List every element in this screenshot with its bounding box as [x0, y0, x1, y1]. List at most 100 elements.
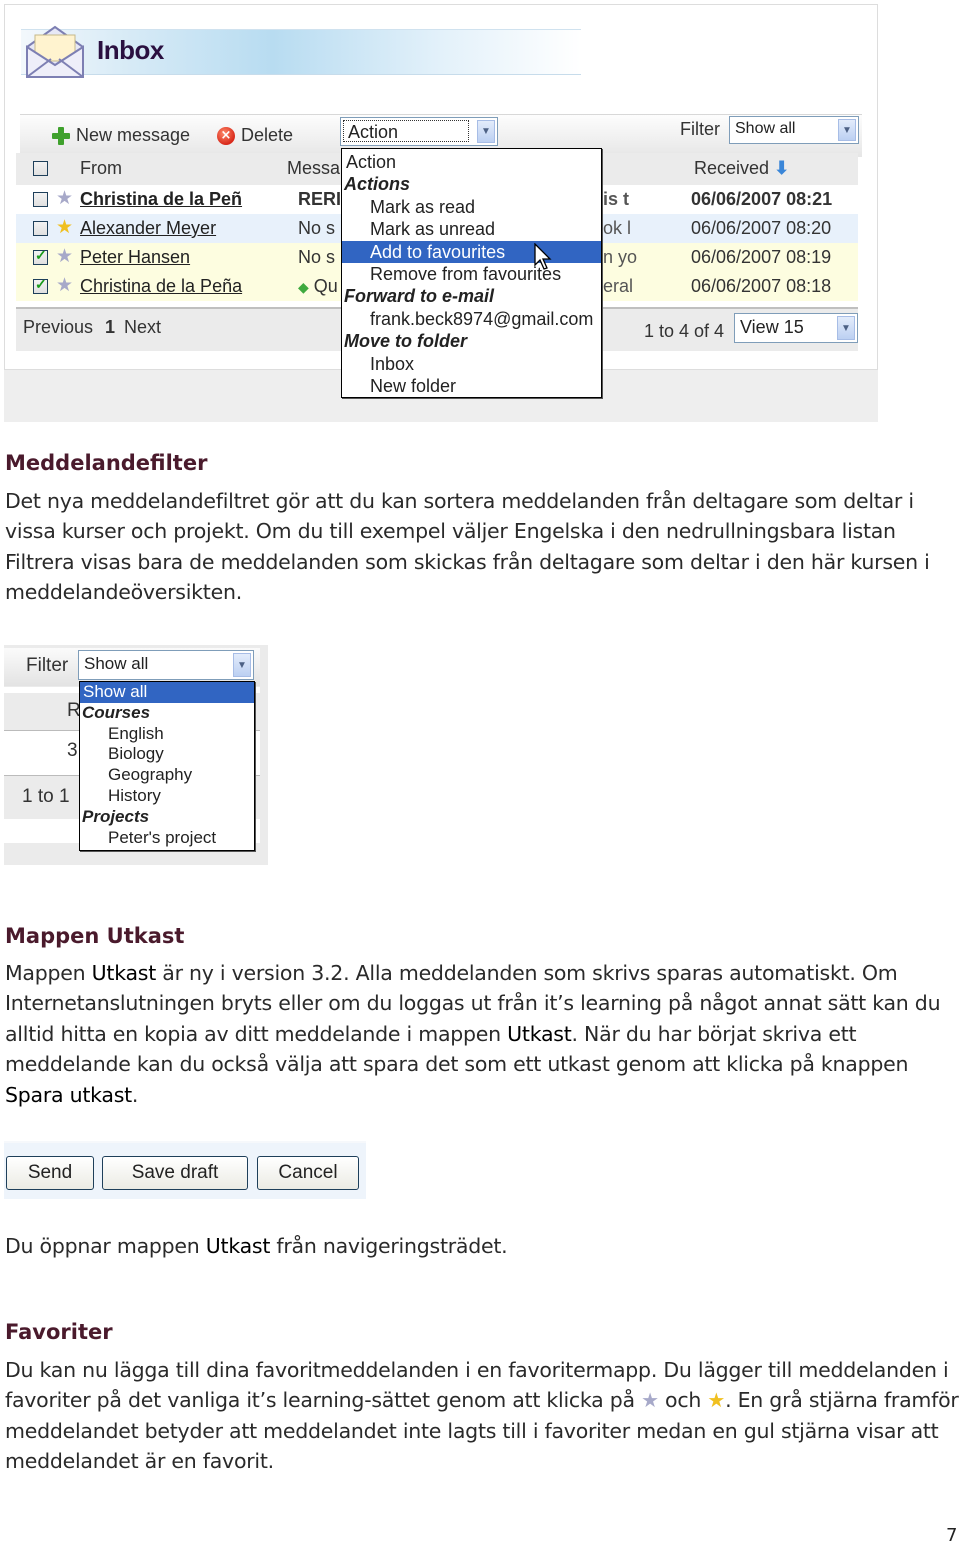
- previous-link[interactable]: Previous: [23, 317, 93, 338]
- course-option-geography[interactable]: Geography: [80, 765, 254, 786]
- column-received-label: Received: [694, 158, 770, 178]
- subject-cell[interactable]: ◆ Qu: [298, 276, 338, 297]
- send-button[interactable]: Send: [6, 1156, 94, 1190]
- current-page[interactable]: 1: [105, 317, 115, 338]
- filter-label: Filter: [26, 655, 69, 676]
- section-body-drafts: Mappen Utkast är ny i version 3.2. Alla …: [5, 958, 960, 1110]
- action-select[interactable]: Action ▼: [340, 117, 498, 146]
- mark-as-read-option[interactable]: Mark as read: [342, 196, 601, 218]
- action-select-value: Action: [343, 120, 469, 142]
- course-option-biology[interactable]: Biology: [80, 744, 254, 765]
- received-date: 06/06/2007 08:20: [691, 218, 832, 238]
- forward-group-header: Forward to e-mail: [344, 286, 495, 307]
- sender-link[interactable]: Peter Hansen: [80, 247, 190, 268]
- move-inbox-option[interactable]: Inbox: [342, 353, 601, 375]
- section-body-filter: Det nya meddelandefiltret gör att du kan…: [5, 489, 930, 605]
- view-count-select[interactable]: View 15 ▼: [734, 313, 858, 343]
- term-utkast: Utkast: [507, 1021, 572, 1046]
- column-message[interactable]: Messa: [287, 158, 340, 179]
- row-checkbox[interactable]: [33, 247, 48, 265]
- subject[interactable]: RERI: [298, 189, 341, 210]
- column-from[interactable]: From: [80, 158, 122, 179]
- gray-star-icon[interactable]: ★: [56, 247, 73, 266]
- view-count-value: View 15: [740, 317, 804, 337]
- course-option-history[interactable]: History: [80, 786, 254, 807]
- filter-label: Filter: [680, 119, 720, 139]
- new-message-button[interactable]: New message: [52, 125, 190, 146]
- received-date: 06/06/2007 08:19: [691, 247, 832, 267]
- mouse-pointer-icon: [534, 243, 552, 270]
- chevron-down-icon[interactable]: ▼: [837, 316, 855, 340]
- text: Du öppnar mappen: [5, 1234, 206, 1258]
- cancel-button[interactable]: Cancel: [257, 1156, 359, 1190]
- filter-select[interactable]: Show all ▼: [78, 650, 254, 680]
- save-draft-button[interactable]: Save draft: [102, 1156, 248, 1190]
- row-checkbox[interactable]: [33, 192, 48, 207]
- page-number: 7: [946, 1525, 958, 1546]
- chevron-down-icon[interactable]: ▼: [477, 120, 495, 143]
- add-to-favourites-option[interactable]: Add to favourites: [342, 240, 601, 263]
- yellow-star-icon: ★: [707, 1388, 726, 1413]
- inbox-title: Inbox: [97, 35, 164, 65]
- subject-tail: eral: [603, 276, 634, 296]
- subject-tail: n yo: [603, 247, 638, 267]
- column-received[interactable]: Received ⬇: [694, 158, 789, 179]
- move-group-header: Move to folder: [344, 331, 468, 352]
- chevron-down-icon[interactable]: ▼: [233, 653, 251, 677]
- section-heading-favorites: Favoriter: [5, 1320, 113, 1344]
- section-heading-filter: Meddelandefilter: [5, 451, 208, 475]
- chevron-down-icon[interactable]: ▼: [838, 119, 856, 141]
- subject[interactable]: No s: [298, 218, 335, 239]
- row-checkbox[interactable]: [33, 221, 48, 236]
- term-spara-utkast: Spara utkast: [5, 1082, 132, 1107]
- plus-icon: [52, 126, 70, 145]
- envelope-icon: [26, 25, 84, 78]
- delete-button[interactable]: × Delete: [217, 125, 293, 146]
- text: från navigeringsträdet.: [270, 1234, 508, 1258]
- gray-star-icon[interactable]: ★: [56, 276, 73, 295]
- sender-link[interactable]: Christina de la Peña: [80, 276, 242, 297]
- subject-tail: is t: [603, 189, 630, 209]
- background-count: 1 to 1: [22, 786, 70, 807]
- action-dropdown-list: Action Actions Mark as read Mark as unre…: [341, 148, 602, 398]
- result-count: 1 to 4 of 4: [644, 321, 725, 341]
- filter-dropdown-list: Show all Courses English Biology Geograp…: [79, 681, 255, 851]
- filter-select-value: Show all: [735, 120, 796, 137]
- gray-star-icon[interactable]: ★: [56, 189, 73, 208]
- compose-buttons-screenshot: Send Save draft Cancel: [4, 1141, 366, 1199]
- gray-star-icon: ★: [641, 1388, 659, 1413]
- filter-select[interactable]: Show all ▼: [729, 116, 859, 144]
- project-option-peters-project[interactable]: Peter's project: [80, 828, 254, 849]
- forward-email-option[interactable]: frank.beck8974@gmail.com: [342, 308, 601, 330]
- sender-link[interactable]: Christina de la Peñ: [80, 189, 242, 210]
- drafts-navigation-note: Du öppnar mappen Utkast från navigerings…: [5, 1231, 960, 1261]
- course-option-english[interactable]: English: [80, 724, 254, 745]
- action-option[interactable]: Action: [342, 151, 601, 173]
- yellow-star-icon[interactable]: ★: [56, 218, 73, 237]
- text: Mappen: [5, 961, 92, 985]
- delete-icon: ×: [217, 126, 235, 145]
- subject-tail: ok l: [603, 218, 632, 238]
- text: .: [131, 1082, 139, 1107]
- remove-from-favourites-option[interactable]: Remove from favourites: [342, 263, 601, 285]
- show-all-option[interactable]: Show all: [80, 682, 254, 703]
- subject[interactable]: No s: [298, 247, 335, 268]
- move-new-folder-option[interactable]: New folder: [342, 375, 601, 397]
- next-link[interactable]: Next: [124, 317, 161, 338]
- section-heading-drafts: Mappen Utkast: [5, 924, 185, 948]
- sender-link[interactable]: Alexander Meyer: [80, 218, 216, 239]
- background-cell: 3: [67, 740, 78, 761]
- forwarded-arrow-icon: ◆: [298, 279, 309, 295]
- subject: Qu: [313, 276, 338, 296]
- text: och: [658, 1388, 708, 1413]
- mark-as-unread-option[interactable]: Mark as unread: [342, 218, 601, 240]
- filter-select-value: Show all: [84, 654, 149, 673]
- new-message-label: New message: [76, 125, 191, 145]
- delete-label: Delete: [241, 125, 294, 145]
- row-checkbox[interactable]: [33, 276, 48, 294]
- action-group-header: Actions: [344, 174, 411, 195]
- select-all-checkbox[interactable]: [33, 161, 48, 176]
- courses-group-header: Courses: [82, 702, 151, 722]
- received-date: 06/06/2007 08:21: [691, 189, 833, 209]
- received-date: 06/06/2007 08:18: [691, 276, 832, 296]
